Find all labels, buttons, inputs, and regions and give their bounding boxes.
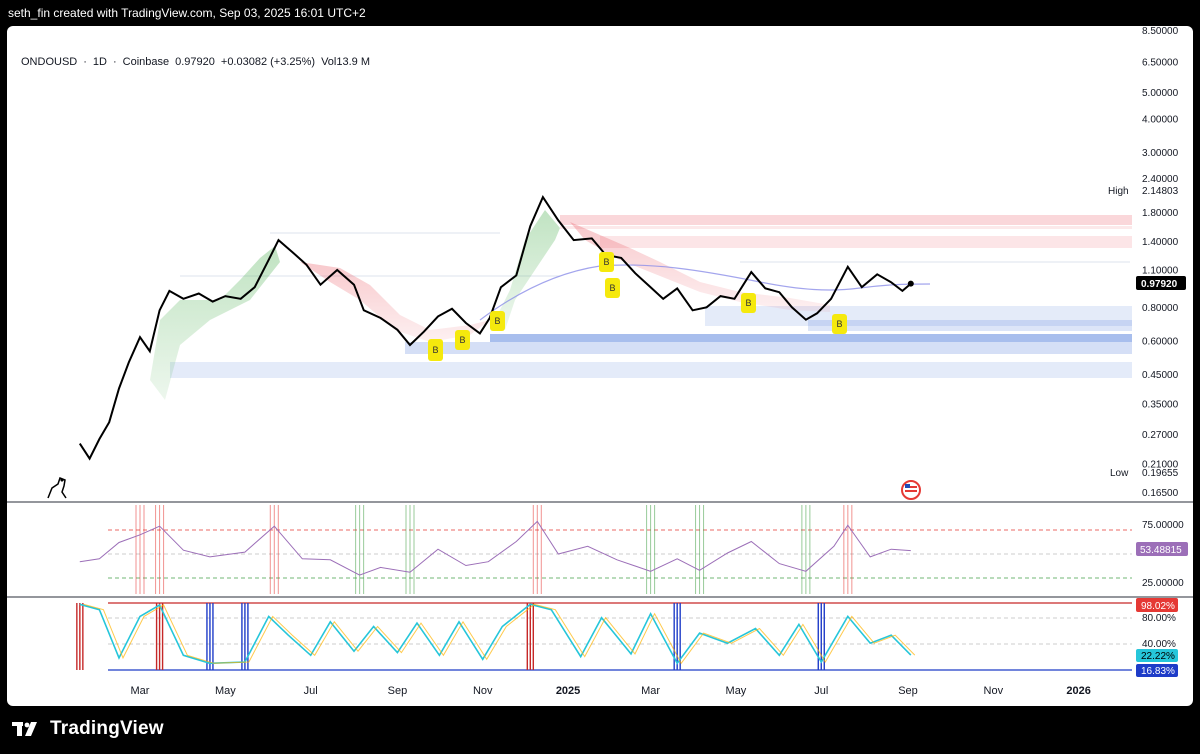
stoch-tick-label: 40.00% <box>1142 639 1176 650</box>
price-tick-label: 0.60000 <box>1142 337 1179 348</box>
stoch-d-line <box>83 603 916 665</box>
chart-canvas[interactable]: B B B B B B B 8.500006.500005.000004.000… <box>7 26 1193 706</box>
stoch-pane <box>76 602 1132 671</box>
price-tick-label: 2.40000 <box>1142 174 1179 185</box>
price-tick-label: 3.00000 <box>1142 148 1179 159</box>
last-price: 0.97920 <box>175 56 215 68</box>
chart-panel[interactable]: B B B B B B B 8.50000 6.50000 5.00000 4.… <box>7 26 1193 706</box>
price-tick-label: 0.45000 <box>1142 370 1179 381</box>
supply-zone <box>600 236 1132 248</box>
low-marker: Low 0.19655 <box>1110 468 1179 479</box>
svg-text:B: B <box>836 319 842 329</box>
stoch-k-value: 22.22% <box>1141 651 1175 662</box>
demand-zone <box>170 362 1132 378</box>
stoch-low-value: 16.83% <box>1141 666 1175 677</box>
last-price-dot <box>907 280 914 287</box>
supply-zones <box>560 215 1132 248</box>
last-price-badge: 0.97920 <box>1136 276 1186 290</box>
screenshot-frame: seth_fin created with TradingView.com, S… <box>0 0 1200 754</box>
attribution-bar: seth_fin created with TradingView.com, S… <box>0 0 1200 26</box>
time-tick-label: Jul <box>814 685 828 697</box>
stoch-k-line <box>79 603 912 665</box>
economic-event-flag-icon <box>901 480 921 500</box>
rsi-line <box>79 520 911 576</box>
price-tick-label: 5.00000 <box>1142 88 1179 99</box>
rsi-value-badge: 53.48815 <box>1136 542 1188 556</box>
symbol-name: ONDOUSD <box>21 56 78 68</box>
price-tick-label: 8.50000 <box>1142 26 1179 37</box>
buy-marker: B <box>741 293 756 313</box>
rsi-signal-lines <box>135 505 853 594</box>
high-value: 2.14803 <box>1142 186 1179 197</box>
brand-name: TradingView <box>50 718 164 739</box>
time-tick-label: Nov <box>473 685 493 697</box>
footer-bar <box>0 706 1200 754</box>
price-axis: 8.50000 6.50000 5.00000 4.00000 3.00000 2.400… <box>1142 26 1179 499</box>
svg-text:B: B <box>609 283 615 293</box>
tradingview-logo-icon <box>12 722 37 736</box>
rsi-tick-label: 25.00000 <box>1142 578 1184 589</box>
price-tick-label: 1.40000 <box>1142 237 1179 248</box>
price-tick-label: 1.80000 <box>1142 208 1179 219</box>
price-tick-label: 0.27000 <box>1142 430 1179 441</box>
high-marker: High 2.14803 <box>1108 186 1179 197</box>
price-change: +0.03082 (+3.25%) <box>220 56 316 68</box>
time-tick-label: 2025 <box>556 685 580 697</box>
buy-marker: B <box>599 252 614 272</box>
buy-marker: B <box>832 314 847 334</box>
rsi-tick-label: 75.00000 <box>1142 520 1184 531</box>
price-tick-label: 0.35000 <box>1142 400 1179 411</box>
time-tick-label: Jul <box>304 685 318 697</box>
supply-zone <box>560 226 1132 229</box>
price-tick-label: 0.16500 <box>1142 488 1179 499</box>
stoch-tick-label: 80.00% <box>1142 613 1176 624</box>
tradingview-logo[interactable]: TradingView <box>12 716 164 742</box>
svg-text:B: B <box>459 335 465 345</box>
demand-zone <box>808 320 1132 331</box>
demand-zones <box>170 306 1132 378</box>
time-tick-label: Sep <box>898 685 918 697</box>
stoch-high-value: 98.02% <box>1141 601 1175 612</box>
volume: Vol13.9 M <box>321 56 370 68</box>
buy-marker: B <box>428 339 443 361</box>
time-axis: Mar May Jul Sep Nov 2025 Mar May Jul Sep Nov 2026 <box>131 685 1091 697</box>
last-price-value: 0.97920 <box>1141 279 1178 290</box>
demand-zone <box>405 342 1132 354</box>
svg-text:B: B <box>494 316 500 326</box>
supply-zone <box>560 215 1132 225</box>
time-tick-label: Mar <box>641 685 660 697</box>
time-tick-label: Nov <box>984 685 1004 697</box>
rsi-last-value: 53.48815 <box>1140 545 1182 556</box>
time-tick-label: 2026 <box>1066 685 1090 697</box>
buy-marker: B <box>455 330 470 350</box>
low-label: Low <box>1110 468 1129 479</box>
replay-mascot-icon <box>47 477 67 499</box>
price-tick-label: 0.80000 <box>1142 303 1179 314</box>
symbol-legend[interactable]: ONDOUSD · 1D · Coinbase 0.97920 +0.03082 (+3.2… <box>21 56 376 68</box>
stoch-k-badge: 22.22% <box>1136 649 1178 662</box>
svg-text:B: B <box>745 298 751 308</box>
high-label: High <box>1108 186 1129 197</box>
low-value: 0.19655 <box>1142 468 1179 479</box>
demand-zone <box>490 334 1132 342</box>
bull-cloud <box>495 210 560 330</box>
exchange: Coinbase <box>122 56 170 68</box>
interval: 1D <box>92 56 107 68</box>
svg-text:B: B <box>432 345 438 355</box>
time-tick-label: Sep <box>388 685 408 697</box>
svg-text:B: B <box>603 257 609 267</box>
stoch-low-badge: 16.83% <box>1136 664 1178 677</box>
time-tick-label: Mar <box>131 685 150 697</box>
buy-marker: B <box>605 278 620 298</box>
time-tick-label: May <box>215 685 236 697</box>
price-tick-label: 1.10000 <box>1142 266 1179 277</box>
price-tick-label: 6.50000 <box>1142 57 1179 68</box>
price-tick-label: 4.00000 <box>1142 114 1179 125</box>
rsi-pane <box>79 505 1132 594</box>
stoch-high-badge: 98.02% <box>1136 598 1178 612</box>
time-tick-label: May <box>726 685 747 697</box>
buy-marker: B <box>490 311 505 331</box>
